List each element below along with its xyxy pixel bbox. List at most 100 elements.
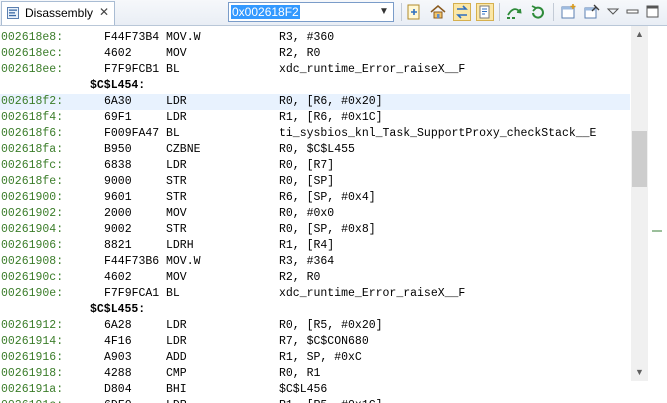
link-with-active-icon[interactable] <box>453 3 471 21</box>
instruction-opcode: F009FA47 <box>104 127 160 140</box>
instruction-operands: R0, R1 <box>279 367 321 380</box>
instruction-mnemonic: BHI <box>166 383 187 396</box>
instruction-opcode: 6A28 <box>104 319 132 332</box>
instruction-mnemonic: STR <box>166 223 187 236</box>
show-source-icon[interactable] <box>476 3 494 21</box>
instruction-row[interactable]: 00261912: 6A28 LDR R0, [R5, #0x20] <box>0 318 630 334</box>
new-view-icon[interactable] <box>560 3 578 21</box>
instruction-mnemonic: LDR <box>166 398 187 403</box>
instruction-mnemonic: LDR <box>166 111 187 124</box>
instruction-opcode: 6DF0 <box>104 398 132 403</box>
instruction-row[interactable]: 002618e8: F44F73B4 MOV.W R3, #360 <box>0 30 630 46</box>
disassembly-listing[interactable]: 002618e8: F44F73B4 MOV.W R3, #360 002618ec: 4… <box>0 26 630 403</box>
scroll-up-icon[interactable]: ▲ <box>631 26 648 43</box>
scroll-thumb[interactable] <box>632 131 647 187</box>
scroll-down-icon[interactable]: ▼ <box>631 364 648 381</box>
instruction-row[interactable]: 002618f4: 69F1 LDR R1, [R6, #0x1C] <box>0 110 630 126</box>
instruction-row[interactable]: 00261904: 9002 STR R0, [SP, #0x8] <box>0 222 630 238</box>
instruction-operands: R3, #360 <box>279 31 335 44</box>
instruction-row[interactable]: 0026190c: 4602 MOV R2, R0 <box>0 270 630 286</box>
instruction-row[interactable]: 0026191c: 6DF0 LDR R1, [R5, #0x1C] <box>0 398 630 403</box>
instruction-address: 002618fc: <box>1 159 64 172</box>
vertical-scrollbar[interactable]: ▲ ▼ <box>631 26 648 381</box>
address-input[interactable]: 0x002618F2 <box>231 5 300 19</box>
instruction-mnemonic: BL <box>166 287 180 300</box>
toolbar-separator <box>553 3 554 21</box>
instruction-operands: R1, SP, #0xC <box>279 351 362 364</box>
instruction-operands: R7, $C$CON680 <box>279 335 369 348</box>
instruction-mnemonic: ADD <box>166 351 187 364</box>
instruction-operands: R6, [SP, #0x4] <box>279 191 376 204</box>
view-menu-icon[interactable] <box>606 3 620 21</box>
instruction-opcode: F44F73B6 <box>104 255 160 268</box>
instruction-row[interactable]: 002618fc: 6838 LDR R0, [R7] <box>0 158 630 174</box>
instruction-operands: R0, [R6, #0x20] <box>279 95 383 108</box>
instruction-address: 00261906: <box>1 239 64 252</box>
instruction-opcode: 2000 <box>104 207 132 220</box>
address-combobox[interactable]: 0x002618F2 ▼ <box>228 2 394 22</box>
instruction-row[interactable]: 00261914: 4F16 LDR R7, $C$CON680 <box>0 334 630 350</box>
instruction-row[interactable]: 0026191a: D804 BHI $C$L456 <box>0 382 630 398</box>
instruction-row[interactable]: 00261918: 4288 CMP R0, R1 <box>0 366 630 382</box>
view-toolbar: Disassembly ✕ 0x002618F2 ▼ <box>0 0 667 26</box>
step-into-icon[interactable] <box>505 3 523 21</box>
instruction-opcode: 9601 <box>104 191 132 204</box>
instruction-address: 0026191a: <box>1 383 64 396</box>
instruction-row[interactable]: 00261900: 9601 STR R6, [SP, #0x4] <box>0 190 630 206</box>
instruction-opcode: 69F1 <box>104 111 132 124</box>
code-label: $C$L455: <box>90 303 146 316</box>
instruction-address: 00261912: <box>1 319 64 332</box>
instruction-mnemonic: MOV <box>166 271 187 284</box>
instruction-operands: R1, [R6, #0x1C] <box>279 111 383 124</box>
instruction-row[interactable]: 002618f6: F009FA47 BL ti_sysbios_knl_Task_S… <box>0 126 630 142</box>
instruction-mnemonic: MOV.W <box>166 255 201 268</box>
instruction-address: 00261916: <box>1 351 64 364</box>
label-row[interactable]: $C$L454: <box>0 78 630 94</box>
instruction-row[interactable]: 002618ec: 4602 MOV R2, R0 <box>0 46 630 62</box>
instruction-mnemonic: LDR <box>166 319 187 332</box>
instruction-address: 002618f4: <box>1 111 64 124</box>
current-instruction-row[interactable]: 002618f2: 6A30 LDR R0, [R6, #0x20] <box>0 94 630 110</box>
instruction-opcode: F7F9FCB1 <box>104 63 160 76</box>
instruction-mnemonic: BL <box>166 127 180 140</box>
maximize-icon[interactable] <box>644 3 662 21</box>
instruction-row[interactable]: 002618ee: F7F9FCB1 BL xdc_runtime_Error_rai… <box>0 62 630 78</box>
home-icon[interactable] <box>429 3 447 21</box>
instruction-mnemonic: MOV <box>166 47 187 60</box>
label-row[interactable]: $C$L455: <box>0 302 630 318</box>
instruction-row[interactable]: 0026190e: F7F9FCA1 BL xdc_runtime_Error_rai… <box>0 286 630 302</box>
instruction-row[interactable]: 00261906: 8821 LDRH R1, [R4] <box>0 238 630 254</box>
pin-icon[interactable] <box>583 3 601 21</box>
instruction-operands: R1, [R4] <box>279 239 335 252</box>
instruction-operands: R2, R0 <box>279 271 321 284</box>
instruction-operands: R0, [SP, #0x8] <box>279 223 376 236</box>
overview-ruler <box>649 26 667 403</box>
instruction-address: 002618fa: <box>1 143 64 156</box>
instruction-address: 002618f2: <box>1 95 64 108</box>
instruction-operands: R0, #0x0 <box>279 207 335 220</box>
refresh-icon[interactable] <box>529 3 547 21</box>
instruction-opcode: 4602 <box>104 47 132 60</box>
instruction-operands: R0, [R7] <box>279 159 335 172</box>
instruction-operands: R2, R0 <box>279 47 321 60</box>
instruction-mnemonic: LDR <box>166 95 187 108</box>
instruction-operands: xdc_runtime_Error_raiseX__F <box>279 63 466 76</box>
instruction-opcode: B950 <box>104 143 132 156</box>
instruction-row[interactable]: 002618fe: 9000 STR R0, [SP] <box>0 174 630 190</box>
toolbar-separator <box>499 3 500 21</box>
instruction-mnemonic: BL <box>166 63 180 76</box>
chevron-down-icon[interactable]: ▼ <box>378 6 390 18</box>
go-to-address-icon[interactable] <box>405 3 423 21</box>
instruction-opcode: 8821 <box>104 239 132 252</box>
tab-disassembly[interactable]: Disassembly ✕ <box>1 1 115 25</box>
instruction-row[interactable]: 00261908: F44F73B6 MOV.W R3, #364 <box>0 254 630 270</box>
instruction-address: 002618f6: <box>1 127 64 140</box>
instruction-operands: $C$L456 <box>279 383 328 396</box>
close-icon[interactable]: ✕ <box>98 6 110 18</box>
instruction-row[interactable]: 00261916: A903 ADD R1, SP, #0xC <box>0 350 630 366</box>
instruction-row[interactable]: 00261902: 2000 MOV R0, #0x0 <box>0 206 630 222</box>
minimize-icon[interactable] <box>624 3 642 21</box>
instruction-row[interactable]: 002618fa: B950 CZBNE R0, $C$L455 <box>0 142 630 158</box>
instruction-opcode: 4288 <box>104 367 132 380</box>
tab-title: Disassembly <box>25 6 94 20</box>
